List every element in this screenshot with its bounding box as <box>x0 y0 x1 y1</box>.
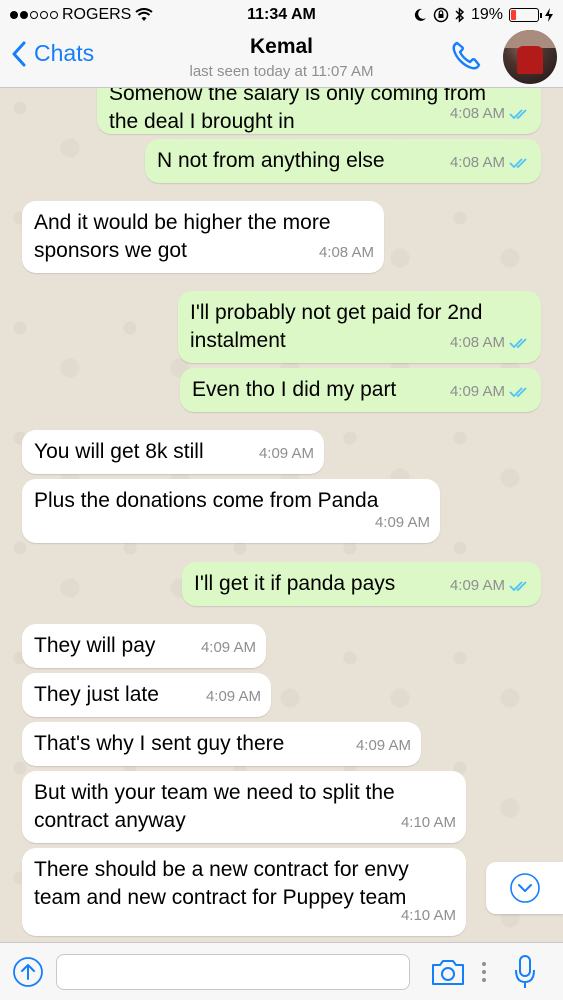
message-time: 4:08 AM <box>449 154 505 171</box>
message-bubble-incoming[interactable]: Plus the donations come from Panda 4:09 … <box>22 479 440 543</box>
camera-icon[interactable] <box>430 957 466 987</box>
charging-icon <box>545 8 553 22</box>
attach-arrow-icon[interactable] <box>12 956 44 988</box>
message-time: 4:09 AM <box>449 383 505 400</box>
message-text: Plus the donations come from Panda <box>34 489 379 512</box>
message-text: There should be a new contract for envy <box>34 858 409 881</box>
back-button[interactable]: Chats <box>12 40 94 67</box>
message-time: 4:09 AM <box>374 514 430 531</box>
read-receipt-icon <box>509 387 527 398</box>
message-composer <box>0 942 563 1000</box>
message-bubble-outgoing[interactable]: N not from anything else 4:08 AM <box>145 139 541 183</box>
message-text: But with your team we need to split the <box>34 781 395 804</box>
read-receipt-icon <box>509 109 527 120</box>
message-time: 4:08 AM <box>318 244 374 261</box>
message-bubble-outgoing[interactable]: Somehow the salary is only coming from t… <box>97 88 541 134</box>
scroll-to-bottom-button[interactable] <box>486 862 563 914</box>
message-bubble-incoming[interactable]: But with your team we need to split the … <box>22 771 466 843</box>
back-button-label: Chats <box>34 40 95 66</box>
read-receipt-icon <box>509 338 527 349</box>
chevron-left-icon <box>12 41 26 66</box>
message-bubble-incoming[interactable]: You will get 8k still 4:09 AM <box>22 430 324 474</box>
microphone-icon[interactable] <box>514 954 536 990</box>
message-text: I'll probably not get paid for 2nd <box>190 301 483 324</box>
battery-percent: 19% <box>470 6 503 23</box>
avatar[interactable] <box>503 30 557 84</box>
message-bubble-incoming[interactable]: They will pay 4:09 AM <box>22 624 266 668</box>
message-time: 4:09 AM <box>449 577 505 594</box>
contact-info[interactable]: Kemal last seen today at 11:07 AM <box>150 35 413 80</box>
rotation-lock-icon <box>433 7 449 23</box>
signal-strength-icon <box>10 11 58 19</box>
message-list[interactable]: Somehow the salary is only coming from t… <box>0 88 563 942</box>
message-text: That's why I sent guy there <box>34 732 285 755</box>
chat-header: Chats Kemal last seen today at 11:07 AM <box>0 30 563 88</box>
message-bubble-incoming[interactable]: That's why I sent guy there 4:09 AM <box>22 722 421 766</box>
message-text: team and new contract for Puppey team <box>34 886 407 909</box>
message-time: 4:10 AM <box>400 907 456 924</box>
message-bubble-outgoing[interactable]: I'll get it if panda pays 4:09 AM <box>182 562 541 606</box>
message-bubble-incoming[interactable]: They just late 4:09 AM <box>22 673 271 717</box>
moon-icon <box>414 8 426 21</box>
phone-icon[interactable] <box>448 38 484 74</box>
message-text: And it would be higher the more <box>34 211 331 234</box>
message-input[interactable] <box>56 954 410 990</box>
message-time: 4:09 AM <box>205 688 261 705</box>
more-dots-icon[interactable] <box>481 961 487 983</box>
message-bubble-outgoing[interactable]: Even tho I did my part 4:09 AM <box>180 368 541 412</box>
battery-icon <box>509 8 542 22</box>
message-time: 4:08 AM <box>449 105 505 122</box>
bluetooth-icon <box>455 7 465 23</box>
chevron-down-circle-icon <box>509 873 540 903</box>
message-time: 4:10 AM <box>400 814 456 831</box>
clock: 11:34 AM <box>247 6 316 23</box>
contact-name: Kemal <box>249 35 314 58</box>
message-bubble-incoming[interactable]: There should be a new contract for envy … <box>22 848 466 936</box>
wifi-icon <box>135 8 153 21</box>
status-bar: ROGERS 11:34 AM 19% <box>0 0 563 30</box>
carrier-name: ROGERS <box>62 6 132 23</box>
last-seen-status: last seen today at 11:07 AM <box>189 63 374 80</box>
message-bubble-outgoing[interactable]: I'll probably not get paid for 2nd insta… <box>178 291 541 363</box>
message-time: 4:08 AM <box>449 334 505 351</box>
message-text: contract anyway <box>34 809 186 832</box>
message-time: 4:09 AM <box>258 445 314 462</box>
read-receipt-icon <box>509 581 527 592</box>
message-time: 4:09 AM <box>200 639 256 656</box>
read-receipt-icon <box>509 158 527 169</box>
message-time: 4:09 AM <box>355 737 411 754</box>
message-bubble-incoming[interactable]: And it would be higher the more sponsors… <box>22 201 384 273</box>
